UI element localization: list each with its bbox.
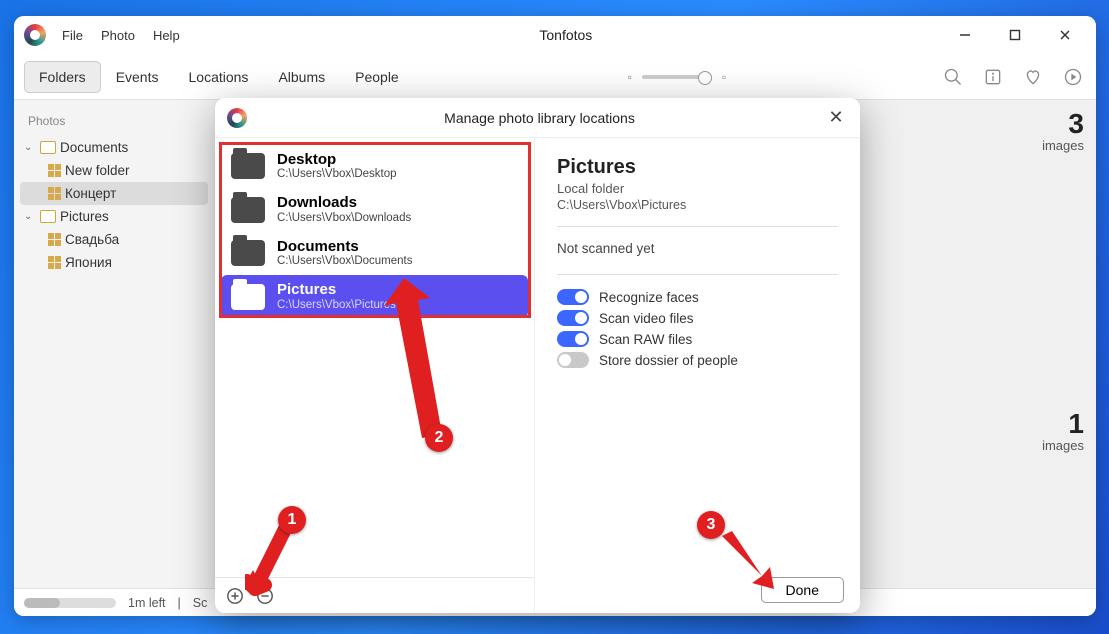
titlebar: File Photo Help Tonfotos bbox=[14, 16, 1096, 54]
tree-pictures[interactable]: ⌄Pictures bbox=[14, 205, 214, 228]
tree-label: Documents bbox=[60, 140, 128, 155]
details-title: Pictures bbox=[557, 156, 838, 179]
details-path: C:\Users\Vbox\Pictures bbox=[557, 198, 838, 212]
image-count-2: 1 images bbox=[1042, 410, 1084, 453]
menu-help[interactable]: Help bbox=[145, 24, 188, 47]
toolbar: Folders Events Locations Albums People ▫… bbox=[14, 54, 1096, 100]
search-icon[interactable] bbox=[940, 64, 966, 90]
main-menu: File Photo Help bbox=[54, 24, 188, 47]
tab-albums[interactable]: Albums bbox=[263, 61, 340, 93]
grid-icon bbox=[48, 164, 61, 177]
folder-icon bbox=[231, 153, 265, 179]
tab-locations[interactable]: Locations bbox=[174, 61, 264, 93]
close-button[interactable] bbox=[1044, 20, 1086, 50]
location-item-desktop[interactable]: DesktopC:\Users\Vbox\Desktop bbox=[221, 145, 528, 187]
annotation-marker-1: 1 bbox=[278, 506, 306, 534]
count-label: images bbox=[1042, 438, 1084, 453]
location-item-pictures[interactable]: PicturesC:\Users\Vbox\Pictures bbox=[221, 275, 528, 317]
location-item-downloads[interactable]: DownloadsC:\Users\Vbox\Downloads bbox=[221, 188, 528, 230]
view-tabs: Folders Events Locations Albums People bbox=[24, 61, 414, 93]
toggle-scan-video[interactable] bbox=[557, 310, 589, 326]
location-item-documents[interactable]: DocumentsC:\Users\Vbox\Documents bbox=[221, 232, 528, 274]
annotation-arrow-2 bbox=[384, 278, 464, 448]
window-controls bbox=[944, 20, 1086, 50]
tree-label: Япония bbox=[65, 255, 112, 270]
details-subtitle: Local folder bbox=[557, 181, 838, 196]
dialog-close-button[interactable]: ✕ bbox=[824, 107, 848, 128]
annotation-marker-2: 2 bbox=[425, 424, 453, 452]
grid-icon bbox=[48, 187, 61, 200]
thumb-large-icon: ▫ bbox=[722, 70, 726, 84]
tree-new-folder[interactable]: New folder bbox=[14, 159, 214, 182]
location-path: C:\Users\Vbox\Documents bbox=[277, 255, 413, 268]
toggle-store-dossier[interactable] bbox=[557, 352, 589, 368]
tree-japan[interactable]: Япония bbox=[14, 251, 214, 274]
play-icon[interactable] bbox=[1060, 64, 1086, 90]
tab-folders[interactable]: Folders bbox=[24, 61, 101, 93]
status-scanning: Sc bbox=[193, 596, 208, 610]
grid-icon bbox=[48, 256, 61, 269]
tree-documents[interactable]: ⌄Documents bbox=[14, 136, 214, 159]
location-name: Pictures bbox=[277, 281, 396, 298]
menu-file[interactable]: File bbox=[54, 24, 91, 47]
grid-icon bbox=[48, 233, 61, 246]
folder-icon bbox=[231, 240, 265, 266]
tree-wedding[interactable]: Свадьба bbox=[14, 228, 214, 251]
image-count-1: 3 images bbox=[1042, 110, 1084, 153]
tab-events[interactable]: Events bbox=[101, 61, 174, 93]
maximize-button[interactable] bbox=[994, 20, 1036, 50]
heart-icon[interactable] bbox=[1020, 64, 1046, 90]
location-name: Desktop bbox=[277, 151, 397, 168]
option-label: Scan video files bbox=[599, 311, 694, 326]
location-path: C:\Users\Vbox\Downloads bbox=[277, 212, 411, 225]
location-name: Downloads bbox=[277, 194, 411, 211]
count-number: 1 bbox=[1042, 410, 1084, 438]
tree-concert[interactable]: Концерт bbox=[20, 182, 208, 205]
folder-icon bbox=[231, 284, 265, 310]
sidebar: Photos ⌄Documents New folder Концерт ⌄Pi… bbox=[14, 100, 214, 588]
minimize-button[interactable] bbox=[944, 20, 986, 50]
option-label: Recognize faces bbox=[599, 290, 699, 305]
folder-icon bbox=[40, 141, 56, 154]
option-label: Store dossier of people bbox=[599, 353, 738, 368]
toggle-recognize-faces[interactable] bbox=[557, 289, 589, 305]
tree-label: Концерт bbox=[65, 186, 116, 201]
tree-label: Свадьба bbox=[65, 232, 119, 247]
status-time-left: 1m left bbox=[128, 596, 166, 610]
count-number: 3 bbox=[1042, 110, 1084, 138]
count-label: images bbox=[1042, 138, 1084, 153]
progress-bar bbox=[24, 598, 116, 608]
folder-icon bbox=[231, 197, 265, 223]
location-name: Documents bbox=[277, 238, 413, 255]
toggle-scan-raw[interactable] bbox=[557, 331, 589, 347]
window-title: Tonfotos bbox=[188, 27, 944, 43]
thumbnail-size-slider[interactable] bbox=[642, 75, 712, 79]
menu-photo[interactable]: Photo bbox=[93, 24, 143, 47]
sidebar-heading: Photos bbox=[14, 110, 214, 136]
scan-status: Not scanned yet bbox=[557, 241, 838, 256]
location-path: C:\Users\Vbox\Desktop bbox=[277, 168, 397, 181]
folder-icon bbox=[40, 210, 56, 223]
annotation-marker-3: 3 bbox=[697, 511, 725, 539]
info-icon[interactable] bbox=[980, 64, 1006, 90]
tree-label: Pictures bbox=[60, 209, 109, 224]
option-label: Scan RAW files bbox=[599, 332, 692, 347]
tab-people[interactable]: People bbox=[340, 61, 414, 93]
dialog-title: Manage photo library locations bbox=[255, 110, 824, 126]
location-path: C:\Users\Vbox\Pictures bbox=[277, 299, 396, 312]
dialog-header: Manage photo library locations ✕ bbox=[215, 98, 860, 138]
tree-label: New folder bbox=[65, 163, 130, 178]
app-logo-icon bbox=[227, 108, 247, 128]
app-logo-icon bbox=[24, 24, 46, 46]
thumb-small-icon: ▫ bbox=[628, 70, 632, 84]
location-details: Pictures Local folder C:\Users\Vbox\Pict… bbox=[535, 138, 860, 613]
annotation-arrow-3 bbox=[712, 531, 792, 601]
